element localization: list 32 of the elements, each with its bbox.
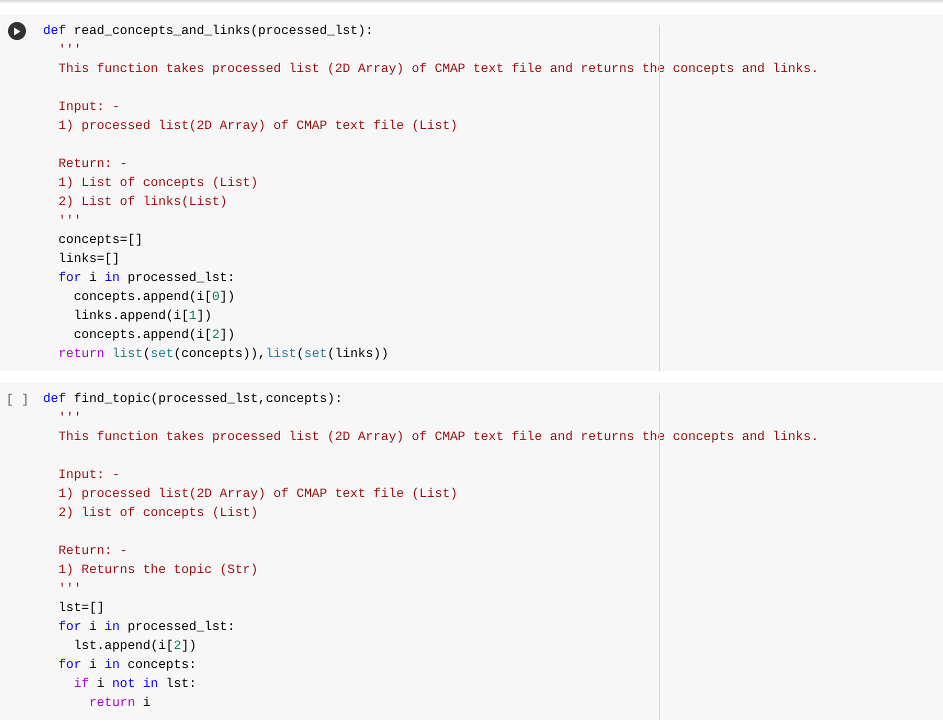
- code-line: for i in concepts:: [57, 657, 197, 672]
- code-line: concepts=[]: [57, 232, 143, 247]
- code-line: ''': [57, 581, 82, 596]
- code-line: Return: -: [57, 156, 128, 171]
- code-line: return i: [88, 695, 151, 710]
- code-line: 1) Returns the topic (Str): [57, 562, 258, 577]
- code-line: ''': [57, 42, 82, 57]
- execution-count: [ ]: [6, 391, 30, 409]
- code-line: lst.append(i[2]): [72, 638, 197, 653]
- code-line: links.append(i[1]): [72, 308, 212, 323]
- code-line: def read_concepts_and_links(processed_lst):: [43, 23, 374, 38]
- code-line: concepts.append(i[0]): [72, 289, 235, 304]
- code-line: for i in processed_lst:: [57, 270, 236, 285]
- code-line: concepts.append(i[2]): [72, 327, 235, 342]
- code-line: 1) processed list(2D Array) of CMAP text file (List): [57, 118, 458, 133]
- code-line: for i in processed_lst:: [57, 619, 236, 634]
- code-line: Return: -: [57, 543, 128, 558]
- code-line: 1) processed list(2D Array) of CMAP text file (List): [57, 486, 458, 501]
- code-line: 2) list of concepts (List): [57, 505, 258, 520]
- play-icon: [13, 26, 21, 36]
- code-line: Input: -: [57, 467, 120, 482]
- code-line: lst=[]: [57, 600, 104, 615]
- run-button[interactable]: [8, 22, 26, 40]
- code-line: if i not in lst:: [72, 676, 197, 691]
- code-line: ''': [57, 213, 82, 228]
- code-line: links=[]: [57, 251, 120, 266]
- code-line: return list(set(concepts)),list(set(links)): [57, 346, 389, 361]
- code-line: Input: -: [57, 99, 120, 114]
- code-line: ''': [57, 410, 82, 425]
- code-line: 1) List of concepts (List): [57, 175, 258, 190]
- code-line: 2) List of links(List): [57, 194, 228, 209]
- code-line: def find_topic(processed_lst,concepts):: [43, 391, 343, 406]
